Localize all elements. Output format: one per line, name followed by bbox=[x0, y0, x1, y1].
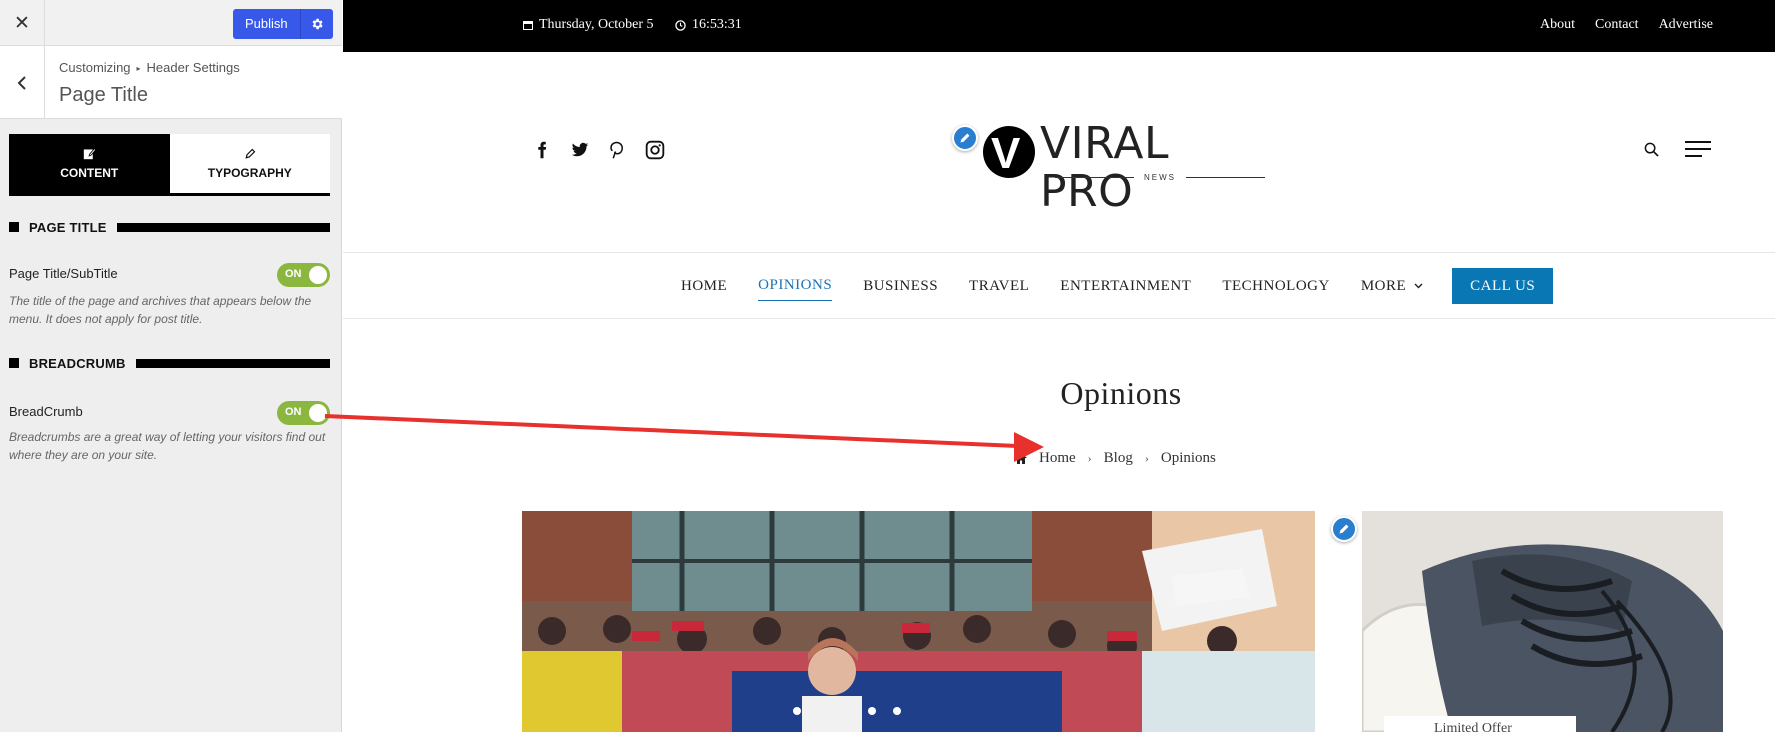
toggle-state: ON bbox=[285, 268, 302, 280]
toggle-state: ON bbox=[285, 406, 302, 418]
clock-icon bbox=[675, 19, 686, 31]
nav-more-label: MORE bbox=[1360, 277, 1407, 294]
gear-icon bbox=[312, 18, 323, 30]
section-heading-breadcrumb-label: BREADCRUMB bbox=[29, 355, 126, 371]
breadcrumb-option-label: BreadCrumb bbox=[9, 404, 83, 419]
customizer-tabs: CONTENT TYPOGRAPHY bbox=[9, 134, 330, 196]
breadcrumb-separator-icon: ▸ bbox=[136, 64, 141, 73]
topbar-date: Thursday, October 5 bbox=[523, 17, 654, 33]
page-title-toggle[interactable]: ON bbox=[277, 263, 330, 287]
customizer-sidebar: ✕ Publish Customizing ▸ Header Settings Pa… bbox=[0, 0, 342, 732]
pencil-icon bbox=[1339, 524, 1349, 534]
pinterest-icon[interactable] bbox=[609, 141, 625, 159]
search-icon[interactable] bbox=[1644, 142, 1659, 157]
breadcrumb-toggle[interactable]: ON bbox=[277, 401, 330, 425]
customizer-breadcrumb: Customizing ▸ Header Settings bbox=[59, 60, 240, 75]
pencil-icon bbox=[245, 148, 256, 159]
menu-icon[interactable] bbox=[1685, 140, 1711, 158]
breadcrumb-chevron-icon: › bbox=[1144, 451, 1149, 465]
breadcrumb-parent: Header Settings bbox=[146, 60, 240, 75]
nav-item-more[interactable]: MORE bbox=[1361, 278, 1423, 295]
topbar-links: About Contact Advertise bbox=[1540, 17, 1713, 33]
chevron-left-icon bbox=[17, 75, 26, 90]
topbar-link-advertise[interactable]: Advertise bbox=[1659, 17, 1713, 33]
facebook-icon[interactable] bbox=[533, 141, 551, 159]
social-links bbox=[533, 140, 665, 160]
publish-group: Publish bbox=[233, 9, 333, 39]
calendar-icon bbox=[523, 21, 533, 30]
side-card-label: Limited Offer bbox=[1434, 721, 1512, 732]
customizer-topbar: ✕ Publish bbox=[0, 0, 342, 46]
home-icon bbox=[1015, 453, 1027, 464]
topbar-time-text: 16:53:31 bbox=[692, 17, 742, 32]
topbar-date-text: Thursday, October 5 bbox=[539, 17, 654, 32]
section-heading-page-title: PAGE TITLE bbox=[9, 219, 330, 235]
close-customizer-button[interactable]: ✕ bbox=[0, 0, 45, 46]
page-title-description: The title of the page and archives that … bbox=[9, 294, 312, 326]
close-icon: ✕ bbox=[14, 12, 30, 34]
breadcrumb-chevron-icon: › bbox=[1087, 451, 1092, 465]
tab-typography-label: TYPOGRAPHY bbox=[207, 165, 292, 180]
logo-subtitle-row: NEWS bbox=[1055, 172, 1265, 182]
logo-subtitle: NEWS bbox=[1144, 172, 1176, 182]
nav-item-opinions[interactable]: OPINIONS bbox=[758, 271, 833, 301]
nav-item-technology[interactable]: TECHNOLOGY bbox=[1222, 272, 1330, 301]
breadcrumb-blog[interactable]: Blog bbox=[1104, 450, 1133, 467]
topbar-time: 16:53:31 bbox=[675, 17, 742, 33]
section-heading-breadcrumb: BREADCRUMB bbox=[9, 355, 330, 371]
nav-item-home[interactable]: HOME bbox=[681, 272, 727, 301]
site-topbar: Thursday, October 5 16:53:31 About Conta… bbox=[343, 0, 1775, 52]
breadcrumb-root: Customizing bbox=[59, 60, 131, 75]
breadcrumb-current: Opinions bbox=[1160, 450, 1216, 466]
publish-settings-button[interactable] bbox=[300, 9, 333, 39]
chevron-down-icon bbox=[1414, 283, 1423, 289]
breadcrumb-home[interactable]: Home bbox=[1039, 450, 1076, 467]
instagram-icon[interactable] bbox=[645, 140, 665, 160]
nav-items: HOME OPINIONS BUSINESS TRAVEL ENTERTAINM… bbox=[681, 268, 1554, 304]
site-logo[interactable]: V VIRAL PRO NEWS bbox=[983, 120, 1265, 216]
topbar-link-about[interactable]: About bbox=[1540, 17, 1575, 33]
back-button[interactable] bbox=[0, 46, 45, 119]
edit-shortcut-posts[interactable] bbox=[1331, 516, 1357, 542]
featured-post-image[interactable] bbox=[522, 511, 1315, 732]
tab-content[interactable]: CONTENT bbox=[9, 134, 170, 193]
edit-icon bbox=[83, 148, 96, 160]
page-breadcrumb: Home › Blog › Opinions bbox=[1015, 450, 1216, 467]
edit-shortcut-logo[interactable] bbox=[952, 125, 978, 151]
nav-item-business[interactable]: BUSINESS bbox=[863, 272, 938, 301]
call-us-button[interactable]: CALL US bbox=[1452, 268, 1554, 304]
section-heading-page-title-label: PAGE TITLE bbox=[29, 219, 107, 235]
breadcrumb-description: Breadcrumbs are a great way of letting y… bbox=[9, 430, 326, 462]
twitter-icon[interactable] bbox=[571, 141, 589, 159]
site-preview: Thursday, October 5 16:53:31 About Conta… bbox=[343, 0, 1775, 732]
page-title-option-label: Page Title/SubTitle bbox=[9, 266, 118, 281]
tab-content-label: CONTENT bbox=[60, 166, 119, 180]
customizer-section-header: Customizing ▸ Header Settings Page Title bbox=[0, 46, 342, 119]
nav-item-entertainment[interactable]: ENTERTAINMENT bbox=[1060, 272, 1191, 301]
nav-item-travel[interactable]: TRAVEL bbox=[969, 272, 1029, 301]
logo-title: VIRAL PRO bbox=[1040, 118, 1169, 217]
header-actions bbox=[1644, 140, 1711, 158]
tab-typography[interactable]: TYPOGRAPHY bbox=[170, 134, 331, 193]
pencil-icon bbox=[960, 133, 970, 143]
logo-mark-letter: V bbox=[991, 129, 1021, 178]
main-navigation: HOME OPINIONS BUSINESS TRAVEL ENTERTAINM… bbox=[343, 252, 1775, 319]
topbar-link-contact[interactable]: Contact bbox=[1595, 17, 1639, 33]
page-title: Opinions bbox=[1060, 375, 1182, 411]
publish-button[interactable]: Publish bbox=[233, 9, 301, 39]
customizer-panel-title: Page Title bbox=[59, 84, 148, 106]
side-post-image[interactable]: Limited Offer bbox=[1362, 511, 1723, 732]
